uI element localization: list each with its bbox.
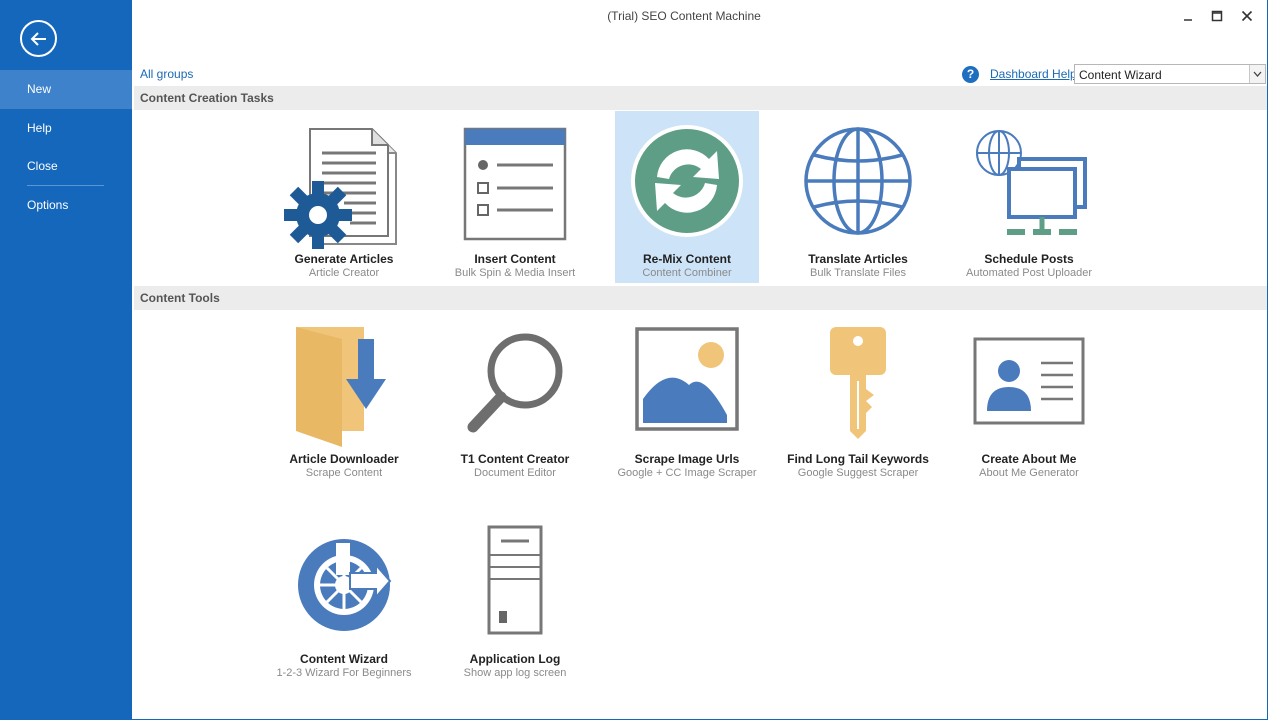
tile-title: Scrape Image Urls xyxy=(634,452,740,466)
chevron-down-icon[interactable] xyxy=(1249,65,1265,83)
tile-t1-content-creator[interactable]: T1 Content Creator Document Editor xyxy=(443,311,587,483)
tile-find-long-tail-keywords[interactable]: Find Long Tail Keywords Google Suggest S… xyxy=(786,311,930,483)
close-icon xyxy=(1241,10,1253,22)
tile-application-log[interactable]: Application Log Show app log screen xyxy=(443,511,587,683)
sidebar-item-new[interactable]: New xyxy=(0,70,132,109)
arrow-left-icon xyxy=(30,31,46,46)
minimize-icon xyxy=(1184,19,1192,21)
document-gear-icon xyxy=(284,119,404,249)
tile-title: Generate Articles xyxy=(294,252,394,266)
sidebar: New Help Close Options xyxy=(0,0,132,720)
tile-title: Content Wizard xyxy=(300,652,388,666)
group-select-value: Content Wizard xyxy=(1079,68,1162,82)
server-icon xyxy=(455,519,575,649)
tile-subtitle: 1-2-3 Wizard For Beginners xyxy=(276,667,412,679)
image-icon xyxy=(627,319,747,449)
tile-title: Re-Mix Content xyxy=(643,252,731,266)
tile-subtitle: About Me Generator xyxy=(979,467,1079,479)
globe-icon xyxy=(798,119,918,249)
refresh-icon xyxy=(627,119,747,249)
tile-remix-content[interactable]: Re-Mix Content Content Combiner xyxy=(615,111,759,283)
network-monitor-icon xyxy=(969,119,1089,249)
all-groups-link[interactable]: All groups xyxy=(140,67,193,81)
sidebar-item-options[interactable]: Options xyxy=(0,186,132,224)
folder-download-icon xyxy=(284,319,404,449)
tile-title: Article Downloader xyxy=(289,452,399,466)
tile-subtitle: Automated Post Uploader xyxy=(966,267,1092,279)
main-panel: (Trial) SEO Content Machine All groups ?… xyxy=(132,0,1268,720)
tile-title: T1 Content Creator xyxy=(460,452,570,466)
tile-subtitle: Bulk Translate Files xyxy=(810,267,906,279)
tile-insert-content[interactable]: Insert Content Bulk Spin & Media Insert xyxy=(443,111,587,283)
tile-translate-articles[interactable]: Translate Articles Bulk Translate Files xyxy=(786,111,930,283)
window-title: (Trial) SEO Content Machine xyxy=(607,9,761,23)
sidebar-item-close[interactable]: Close xyxy=(0,147,132,185)
help-icon[interactable]: ? xyxy=(962,66,979,83)
tile-title: Translate Articles xyxy=(808,252,908,266)
tile-generate-articles[interactable]: Generate Articles Article Creator xyxy=(272,111,416,283)
id-card-icon xyxy=(969,319,1089,449)
group-select[interactable]: Content Wizard xyxy=(1074,64,1266,84)
key-icon xyxy=(798,319,918,449)
tile-subtitle: Google Suggest Scraper xyxy=(797,467,919,479)
group-header-content-creation: Content Creation Tasks xyxy=(134,86,1267,110)
tile-title: Schedule Posts xyxy=(984,252,1074,266)
back-button[interactable] xyxy=(20,20,57,57)
tile-subtitle: Content Combiner xyxy=(642,267,732,279)
tile-subtitle: Bulk Spin & Media Insert xyxy=(454,267,576,279)
tile-subtitle: Show app log screen xyxy=(463,667,567,679)
tile-subtitle: Google + CC Image Scraper xyxy=(617,467,757,479)
checklist-icon xyxy=(455,119,575,249)
tile-scrape-image-urls[interactable]: Scrape Image Urls Google + CC Image Scra… xyxy=(615,311,759,483)
tile-title: Create About Me xyxy=(981,452,1077,466)
tile-subtitle: Article Creator xyxy=(308,267,380,279)
tile-article-downloader[interactable]: Article Downloader Scrape Content xyxy=(272,311,416,483)
magnifier-icon xyxy=(455,319,575,449)
minimize-button[interactable] xyxy=(1174,4,1202,28)
tile-subtitle: Scrape Content xyxy=(305,467,383,479)
maximize-button[interactable] xyxy=(1203,4,1231,28)
tile-subtitle: Document Editor xyxy=(474,467,556,479)
group-header-content-tools: Content Tools xyxy=(134,286,1267,310)
tile-content-wizard[interactable]: Content Wizard 1-2-3 Wizard For Beginner… xyxy=(272,511,416,683)
maximize-icon xyxy=(1211,10,1223,22)
tile-title: Application Log xyxy=(469,652,561,666)
tile-schedule-posts[interactable]: Schedule Posts Automated Post Uploader xyxy=(957,111,1101,283)
tile-title: Find Long Tail Keywords xyxy=(787,452,929,466)
dashboard-help-link[interactable]: Dashboard Help xyxy=(990,67,1077,81)
close-window-button[interactable] xyxy=(1233,4,1261,28)
tile-create-about-me[interactable]: Create About Me About Me Generator xyxy=(957,311,1101,483)
sidebar-item-help[interactable]: Help xyxy=(0,109,132,147)
wizard-clock-icon xyxy=(284,519,404,649)
sidebar-nav: New Help Close Options xyxy=(0,70,132,224)
tile-title: Insert Content xyxy=(474,252,556,266)
